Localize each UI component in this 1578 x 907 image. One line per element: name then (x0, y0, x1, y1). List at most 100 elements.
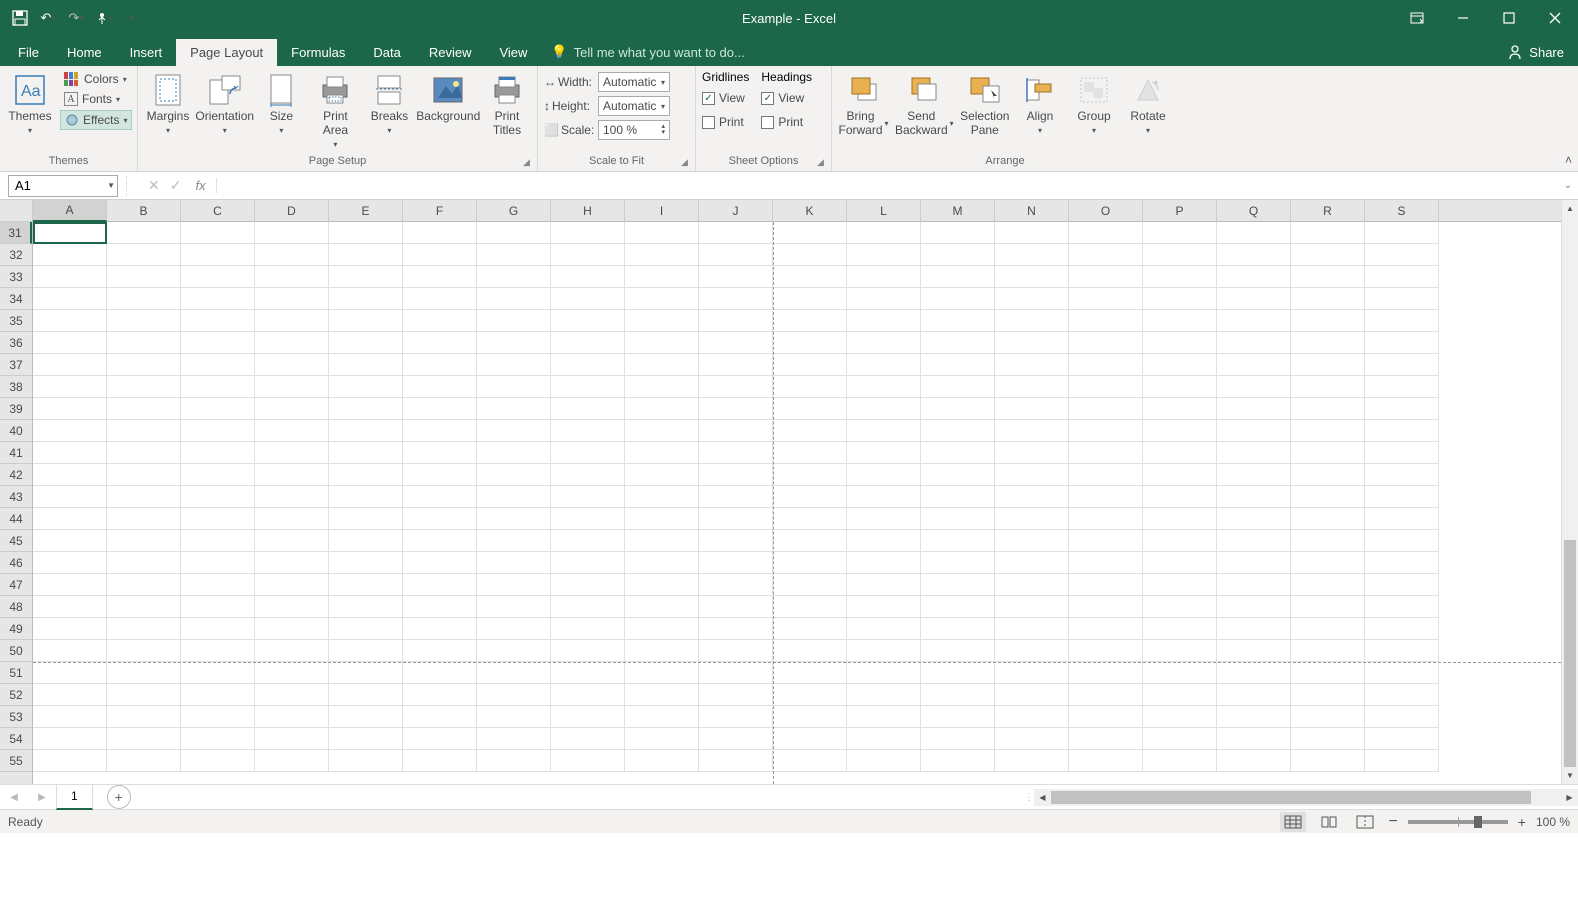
cell[interactable] (847, 552, 921, 574)
cell[interactable] (477, 640, 551, 662)
cell[interactable] (255, 640, 329, 662)
cell[interactable] (847, 244, 921, 266)
cell[interactable] (773, 530, 847, 552)
height-dropdown[interactable]: Automatic▾ (598, 96, 670, 116)
cell[interactable] (329, 266, 403, 288)
cell[interactable] (921, 266, 995, 288)
cell[interactable] (1291, 464, 1365, 486)
cell[interactable] (1291, 354, 1365, 376)
cell[interactable] (995, 618, 1069, 640)
cell[interactable] (625, 530, 699, 552)
cell[interactable] (1365, 244, 1439, 266)
cell[interactable] (329, 596, 403, 618)
name-box[interactable]: A1▼ (8, 175, 118, 197)
cell[interactable] (1217, 728, 1291, 750)
cell[interactable] (33, 640, 107, 662)
cell[interactable] (477, 750, 551, 772)
cell[interactable] (255, 552, 329, 574)
cell[interactable] (847, 486, 921, 508)
cell[interactable] (995, 508, 1069, 530)
cell[interactable] (1143, 706, 1217, 728)
cell[interactable] (255, 486, 329, 508)
sheet-nav-prev-icon[interactable]: ◀ (0, 785, 28, 810)
cell[interactable] (1143, 288, 1217, 310)
cell[interactable] (181, 420, 255, 442)
tab-data[interactable]: Data (359, 39, 414, 66)
cell[interactable] (1217, 706, 1291, 728)
cell[interactable] (329, 662, 403, 684)
cell[interactable] (625, 684, 699, 706)
cell[interactable] (773, 552, 847, 574)
horizontal-scroll-thumb[interactable] (1051, 791, 1531, 804)
cell[interactable] (255, 464, 329, 486)
cell[interactable] (107, 596, 181, 618)
cell[interactable] (995, 750, 1069, 772)
cell[interactable] (403, 464, 477, 486)
cell[interactable] (181, 574, 255, 596)
cell[interactable] (773, 376, 847, 398)
cell[interactable] (33, 442, 107, 464)
cell[interactable] (1217, 244, 1291, 266)
cell[interactable] (33, 596, 107, 618)
cell[interactable] (1217, 398, 1291, 420)
cell[interactable] (1217, 530, 1291, 552)
cell[interactable] (1143, 574, 1217, 596)
cell[interactable] (921, 310, 995, 332)
cell[interactable] (403, 750, 477, 772)
cell[interactable] (1143, 222, 1217, 244)
print-titles-button[interactable]: Print Titles (483, 70, 531, 140)
cell[interactable] (625, 486, 699, 508)
cell[interactable] (921, 596, 995, 618)
cell[interactable] (477, 684, 551, 706)
cell[interactable] (181, 486, 255, 508)
cell[interactable] (625, 332, 699, 354)
cell[interactable] (477, 464, 551, 486)
cell[interactable] (1069, 464, 1143, 486)
cell[interactable] (477, 530, 551, 552)
cell[interactable] (921, 640, 995, 662)
cell[interactable] (551, 332, 625, 354)
cell[interactable] (1069, 750, 1143, 772)
cell[interactable] (921, 486, 995, 508)
cell[interactable] (255, 266, 329, 288)
cell[interactable] (33, 728, 107, 750)
cell[interactable] (1143, 486, 1217, 508)
row-header[interactable]: 34 (0, 288, 32, 310)
cell[interactable] (1217, 640, 1291, 662)
cell[interactable] (1365, 288, 1439, 310)
themes-button[interactable]: Aa Themes ▾ (6, 70, 54, 137)
cell[interactable] (1217, 310, 1291, 332)
cell[interactable] (181, 706, 255, 728)
cell[interactable] (181, 618, 255, 640)
cell[interactable] (551, 574, 625, 596)
cell[interactable] (477, 552, 551, 574)
cell[interactable] (1291, 750, 1365, 772)
cell[interactable] (255, 750, 329, 772)
cell[interactable] (1143, 244, 1217, 266)
cell[interactable] (107, 244, 181, 266)
cell[interactable] (773, 332, 847, 354)
cell[interactable] (625, 354, 699, 376)
cell[interactable] (181, 354, 255, 376)
save-icon[interactable] (10, 8, 30, 28)
cell[interactable] (1291, 376, 1365, 398)
cell[interactable] (847, 354, 921, 376)
row-header[interactable]: 33 (0, 266, 32, 288)
cell[interactable] (1291, 442, 1365, 464)
cell[interactable] (181, 244, 255, 266)
cell[interactable] (1069, 288, 1143, 310)
cell[interactable] (329, 310, 403, 332)
column-header[interactable]: H (551, 200, 625, 222)
headings-print-checkbox[interactable]: Print (761, 112, 812, 132)
cell[interactable] (477, 618, 551, 640)
cell[interactable] (1217, 618, 1291, 640)
row-header[interactable]: 46 (0, 552, 32, 574)
cell[interactable] (551, 552, 625, 574)
cell[interactable] (699, 486, 773, 508)
cell[interactable] (1365, 420, 1439, 442)
cell[interactable] (255, 530, 329, 552)
cell[interactable] (995, 684, 1069, 706)
cell[interactable] (551, 530, 625, 552)
cell[interactable] (995, 662, 1069, 684)
cell[interactable] (699, 222, 773, 244)
